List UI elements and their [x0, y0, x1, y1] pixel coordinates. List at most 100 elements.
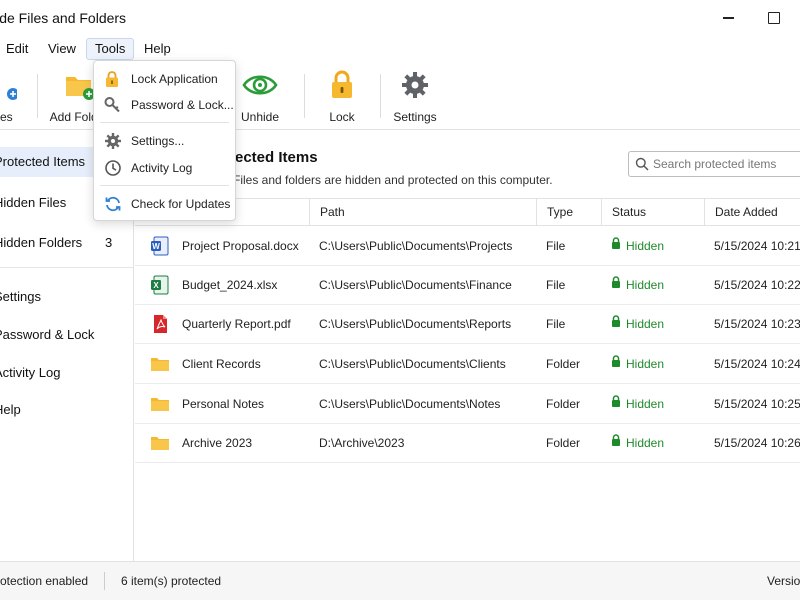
- folder-icon: [150, 394, 170, 414]
- status-divider: [104, 572, 105, 590]
- menu-item-label: Settings...: [131, 134, 185, 148]
- file-type: File: [546, 278, 566, 292]
- padlock-icon: [611, 304, 621, 342]
- minimize-button[interactable]: [706, 6, 750, 30]
- status-text: Hidden: [626, 436, 665, 450]
- menu-item-settings[interactable]: Settings...: [94, 129, 235, 153]
- table-row[interactable]: Personal Notes C:\Users\Public\Documents…: [135, 385, 800, 424]
- file-type: File: [546, 239, 566, 253]
- lock-button[interactable]: Lock: [307, 68, 377, 126]
- toolbar-divider: [304, 74, 305, 118]
- unhide-label: Unhide: [240, 110, 280, 124]
- date-added: 5/15/2024 10:24 AM: [714, 357, 800, 371]
- file-type: Folder: [546, 357, 581, 371]
- sidebar-item-settings[interactable]: Settings: [0, 282, 134, 312]
- version-label: Version: [767, 574, 800, 588]
- status-text: Hidden: [626, 239, 665, 253]
- sidebar-item-label: Settings: [0, 289, 41, 304]
- table-row[interactable]: Archive 2023 D:\Archive\2023 Folder Hidd…: [135, 424, 800, 463]
- search-box[interactable]: [628, 151, 800, 177]
- folder-name: Archive 2023: [182, 436, 253, 450]
- menu-view[interactable]: View: [40, 38, 84, 60]
- date-added: 5/15/2024 10:21 AM: [714, 239, 800, 253]
- file-type: Folder: [546, 436, 581, 450]
- menu-item-check-for-updates[interactable]: Check for Updates: [94, 192, 235, 216]
- folder-icon: [150, 354, 170, 374]
- sidebar-item-activity-log[interactable]: Activity Log: [0, 358, 134, 388]
- menu-item-lock-application[interactable]: Lock Application: [94, 67, 235, 91]
- file-type: Folder: [546, 397, 581, 411]
- search-icon: [635, 157, 649, 174]
- sidebar-item-hidden-folders[interactable]: Hidden Folders 3: [0, 228, 134, 258]
- sidebar-item-label: Password & Lock: [0, 327, 95, 342]
- sidebar-item-help[interactable]: Help: [0, 395, 134, 425]
- status-text: Hidden: [626, 317, 665, 331]
- settings-button[interactable]: Settings: [380, 68, 450, 126]
- file-path: C:\Users\Public\Documents\Clients: [319, 357, 506, 371]
- file-name: Quarterly Report.pdf: [182, 317, 291, 331]
- clock-icon: [104, 159, 122, 185]
- add-file-icon: [0, 68, 17, 102]
- padlock-icon: [611, 265, 621, 303]
- status-badge: Hidden: [611, 345, 664, 383]
- file-path: C:\Users\Public\Documents\Notes: [319, 397, 501, 411]
- table-row[interactable]: Quarterly Report.pdf C:\Users\Public\Doc…: [135, 305, 800, 344]
- menu-item-activity-log[interactable]: Activity Log: [94, 156, 235, 180]
- status-badge: Hidden: [611, 227, 664, 265]
- maximize-button[interactable]: [752, 6, 796, 30]
- add-folder-icon: [62, 68, 96, 102]
- file-name: Budget_2024.xlsx: [182, 278, 278, 292]
- sidebar-item-label: Hidden Folders: [0, 235, 83, 250]
- file-path: D:\Archive\2023: [319, 436, 405, 450]
- date-added: 5/15/2024 10:22 AM: [714, 278, 800, 292]
- status-badge: Hidden: [611, 266, 664, 304]
- menu-help[interactable]: Help: [136, 38, 179, 60]
- file-path: C:\Users\Public\Documents\Reports: [319, 317, 512, 331]
- table-row[interactable]: W Project Proposal.docx C:\Users\Public\…: [135, 227, 800, 266]
- sidebar-item-password-lock[interactable]: Password & Lock: [0, 320, 134, 350]
- window-title: Hide Files and Folders: [0, 10, 127, 26]
- column-header-type[interactable]: Type: [536, 199, 573, 226]
- table-row[interactable]: Client Records C:\Users\Public\Documents…: [135, 345, 800, 384]
- gear-icon: [104, 132, 122, 158]
- menu-item-label: Activity Log: [131, 161, 193, 175]
- add-files-button[interactable]: Files: [0, 68, 35, 126]
- refresh-icon: [104, 195, 122, 221]
- status-badge: Hidden: [611, 424, 664, 462]
- status-badge: Hidden: [611, 385, 664, 423]
- menu-item-label: Check for Updates: [131, 197, 231, 211]
- status-text: Hidden: [626, 397, 665, 411]
- add-files-label: Files: [0, 110, 13, 124]
- sidebar-item-label: Hidden Files: [0, 195, 67, 210]
- menu-item-password-lock[interactable]: Password & Lock...: [94, 93, 235, 117]
- status-text: Hidden: [626, 357, 665, 371]
- menu-item-label: Password & Lock...: [131, 98, 234, 112]
- page-subtitle: Files and folders are hidden and protect…: [233, 173, 553, 187]
- padlock-icon: [325, 68, 359, 102]
- search-input[interactable]: [653, 152, 800, 176]
- column-header-date-added[interactable]: Date Added: [704, 199, 778, 226]
- protected-count: 6 item(s) protected: [121, 574, 222, 588]
- status-badge: Hidden: [611, 305, 664, 343]
- lock-label: Lock: [329, 110, 355, 124]
- sidebar-divider: [0, 267, 134, 268]
- column-header-status[interactable]: Status: [601, 199, 646, 226]
- file-path: C:\Users\Public\Documents\Finance: [319, 278, 512, 292]
- menu-tools[interactable]: Tools: [86, 38, 135, 60]
- folder-name: Client Records: [182, 357, 261, 371]
- padlock-icon: [611, 384, 621, 422]
- table-row[interactable]: X Budget_2024.xlsx C:\Users\Public\Docum…: [135, 266, 800, 305]
- menu-divider: [100, 185, 229, 186]
- svg-text:W: W: [152, 242, 160, 251]
- status-bar: Protection enabled 6 item(s) protected V…: [0, 561, 800, 600]
- padlock-icon: [611, 344, 621, 382]
- padlock-icon: [611, 226, 621, 264]
- menu-item-label: Lock Application: [131, 72, 218, 86]
- sidebar-item-label: Help: [0, 402, 21, 417]
- date-added: 5/15/2024 10:23 AM: [714, 317, 800, 331]
- date-added: 5/15/2024 10:26 AM: [714, 436, 800, 450]
- menu-bar: Edit View Tools Help: [0, 36, 800, 62]
- menu-edit[interactable]: Edit: [0, 38, 36, 60]
- column-header-path[interactable]: Path: [309, 199, 345, 226]
- folder-name: Personal Notes: [182, 397, 265, 411]
